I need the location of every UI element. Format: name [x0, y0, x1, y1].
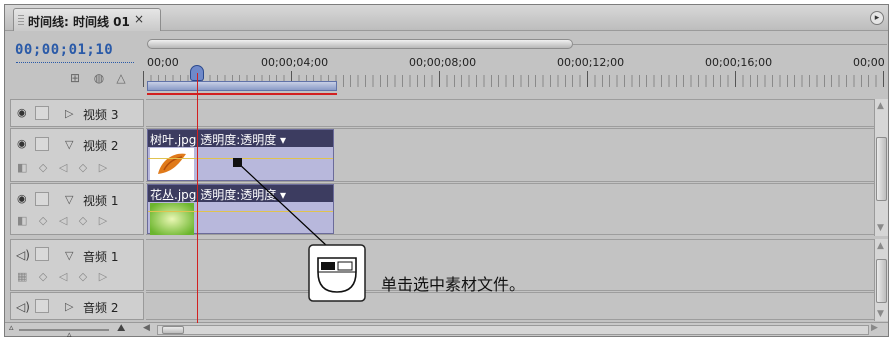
scroll-up-icon[interactable]: ▲ [877, 241, 884, 251]
clip-label[interactable]: 树叶.jpg 透明度:透明度 ▾ [150, 131, 286, 148]
collapse-triangle-icon[interactable]: ▷ [65, 107, 73, 120]
collapse-triangle-icon[interactable]: ▷ [65, 300, 73, 313]
viewing-area-bar[interactable] [147, 39, 573, 49]
flower-thumbnail [150, 203, 194, 235]
zoom-in-icon[interactable]: ⛰ [117, 323, 125, 334]
viewing-area-track [573, 44, 887, 45]
drag-grip-icon[interactable] [18, 15, 24, 26]
ruler-label: 00;00;12;00 [557, 56, 625, 69]
video-vertical-scrollbar[interactable]: ▲ ▼ [874, 99, 888, 236]
panel-tab-bar: 时间线: 时间线 01 × ▸ [5, 5, 888, 31]
scroll-thumb[interactable] [876, 259, 887, 303]
track-header-video1: ◉ ▽ 视频 1 ◧ ◇ ◁ ◇ ▷ [10, 183, 144, 235]
lock-toggle[interactable] [35, 106, 49, 120]
track-header-video3: ◉ ▷ 视频 3 [10, 99, 144, 127]
scroll-right-icon[interactable]: ▶ [871, 323, 878, 333]
keyframe-controls[interactable]: ◧ ◇ ◁ ◇ ▷ [17, 161, 111, 174]
zoom-slider-knob[interactable]: ▵ [67, 330, 72, 340]
track-name: 视频 3 [83, 108, 119, 122]
eye-icon[interactable]: ◉ [17, 107, 31, 119]
clip-leaves[interactable]: 树叶.jpg 透明度:透明度 ▾ [147, 129, 334, 181]
keyframe-controls[interactable]: ◧ ◇ ◁ ◇ ▷ [17, 214, 111, 227]
scroll-thumb[interactable] [876, 137, 887, 201]
current-time-indicator[interactable] [197, 73, 198, 323]
track-lane-audio2[interactable] [146, 292, 874, 320]
ruler-label: 00;00;04;00 [261, 56, 329, 69]
ruler-label: 00;00 [853, 56, 885, 69]
track-header-video2: ◉ ▽ 视频 2 ◧ ◇ ◁ ◇ ▷ [10, 128, 144, 182]
scroll-left-icon[interactable]: ◀ [143, 323, 150, 333]
scroll-up-icon[interactable]: ▲ [877, 101, 884, 111]
eye-icon[interactable]: ◉ [17, 138, 31, 150]
zoom-out-icon[interactable]: ▵ [9, 323, 14, 333]
opacity-line[interactable] [148, 158, 333, 159]
snap-icon[interactable]: ⊞ [67, 70, 83, 86]
track-lane-video3[interactable] [146, 99, 874, 127]
keyframe-controls[interactable]: ▦ ◇ ◁ ◇ ▷ [17, 270, 111, 283]
tab-title: 时间线: 时间线 01 [28, 15, 130, 29]
render-bar [147, 93, 337, 95]
clip-flowers[interactable]: 花丛.jpg 透明度:透明度 ▾ [147, 184, 334, 235]
scroll-down-icon[interactable]: ▼ [877, 223, 884, 233]
track-name: 音频 1 [83, 250, 119, 264]
track-name: 音频 2 [83, 301, 119, 315]
clip-header: 树叶.jpg 透明度:透明度 ▾ [148, 130, 333, 147]
callout-text: 单击选中素材文件。 [381, 275, 526, 294]
panel-menu-icon[interactable]: ▸ [870, 11, 884, 25]
ruler-label: 00;00 [147, 56, 179, 69]
set-marker-icon[interactable]: ◍ [91, 70, 107, 86]
track-header-audio1: ◁) ▽ 音频 1 ▦ ◇ ◁ ◇ ▷ [10, 239, 144, 291]
ruler-label: 00;00;08;00 [409, 56, 477, 69]
speaker-icon[interactable]: ◁) [16, 300, 30, 314]
marker-icon[interactable]: △ [113, 70, 129, 86]
clip-header: 花丛.jpg 透明度:透明度 ▾ [148, 185, 333, 202]
track-name: 视频 1 [83, 194, 119, 208]
track-header-audio2: ◁) ▷ 音频 2 [10, 292, 144, 320]
work-area-bar[interactable] [147, 81, 337, 91]
scroll-down-icon[interactable]: ▼ [877, 309, 884, 319]
timecode-underline [16, 62, 134, 63]
opacity-line[interactable] [148, 211, 333, 212]
timeline-tab[interactable]: 时间线: 时间线 01 × [13, 8, 161, 31]
leaf-thumbnail [150, 148, 194, 180]
bottom-bar: ▵ ▵ ⛰ ◀ ▶ [5, 322, 888, 340]
time-ruler[interactable]: 00;00 00;00;04;00 00;00;08;00 00;00;12;0… [143, 35, 887, 101]
ruler-label: 00;00;16;00 [705, 56, 773, 69]
lock-toggle[interactable] [35, 247, 49, 261]
scroll-thumb[interactable] [162, 326, 184, 334]
speaker-icon[interactable]: ◁) [16, 248, 30, 262]
audio-vertical-scrollbar[interactable]: ▲ ▼ [874, 239, 888, 321]
zoom-slider[interactable]: ▵ [19, 329, 109, 340]
lock-toggle[interactable] [35, 137, 49, 151]
clip-label[interactable]: 花丛.jpg 透明度:透明度 ▾ [150, 186, 286, 203]
expand-triangle-icon[interactable]: ▽ [65, 138, 73, 151]
tab-close-button[interactable]: × [134, 12, 144, 26]
expand-triangle-icon[interactable]: ▽ [65, 193, 73, 206]
lock-toggle[interactable] [35, 299, 49, 313]
expand-triangle-icon[interactable]: ▽ [65, 249, 73, 262]
track-name: 视频 2 [83, 139, 119, 153]
horizontal-scrollbar[interactable] [157, 325, 869, 335]
current-timecode[interactable]: 00;00;01;10 [15, 42, 113, 58]
lock-toggle[interactable] [35, 192, 49, 206]
eye-icon[interactable]: ◉ [17, 193, 31, 205]
